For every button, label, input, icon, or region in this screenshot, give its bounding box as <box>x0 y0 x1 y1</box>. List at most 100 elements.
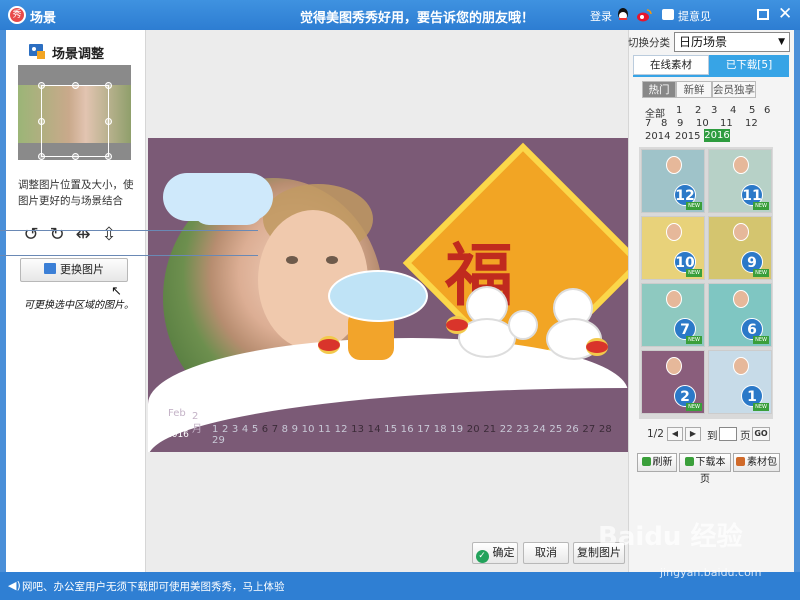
month-filter-item[interactable]: 9 <box>677 118 683 129</box>
rotate-left-icon[interactable]: ↺ <box>20 224 42 246</box>
calendar-day: 17 <box>417 424 434 435</box>
prev-page-button[interactable]: ◀ <box>667 427 683 441</box>
next-page-button[interactable]: ▶ <box>685 427 701 441</box>
template-tile[interactable]: 11 NEW <box>708 149 772 213</box>
category-select[interactable]: 日历场景 ▼ <box>674 32 790 52</box>
page-label: 页 <box>740 430 751 442</box>
template-tile[interactable]: 10 NEW <box>641 216 705 280</box>
check-icon: ✓ <box>475 550 489 563</box>
calendar-month-num: 2 <box>192 411 199 422</box>
maximize-button[interactable] <box>757 9 769 20</box>
resize-handle[interactable] <box>72 82 79 89</box>
qq-icon[interactable] <box>616 7 630 23</box>
tab-underline <box>633 75 789 77</box>
tab-downloaded[interactable]: 已下载[5] <box>709 55 789 75</box>
month-filter-item[interactable]: 8 <box>661 118 667 129</box>
resize-handle[interactable] <box>105 118 112 125</box>
calendar-day: 1 <box>212 424 222 435</box>
month-filter-item[interactable]: 2 <box>695 105 701 116</box>
calendar-day: 22 <box>499 424 517 435</box>
lantern-decoration <box>318 336 340 354</box>
refresh-button[interactable]: 刷新 <box>637 453 677 472</box>
cancel-button[interactable]: 取消 <box>523 542 569 564</box>
download-page-button[interactable]: 下载本页 <box>679 453 731 485</box>
template-tile[interactable]: 1 NEW <box>708 350 772 414</box>
tile-thumbnail-face <box>733 156 749 174</box>
template-tile[interactable]: 9 NEW <box>708 216 772 280</box>
app-logo-icon: 秀 <box>8 6 26 24</box>
material-pack-label: 素材包 <box>747 457 777 468</box>
month-filter-item[interactable]: 3 <box>711 105 717 116</box>
page-indicator: 1/2 <box>647 428 664 440</box>
tile-new-badge: NEW <box>686 336 702 344</box>
resize-handle[interactable] <box>72 153 79 160</box>
material-pack-button[interactable]: 素材包 <box>733 453 780 472</box>
tile-new-badge: NEW <box>753 202 769 210</box>
segment-fresh[interactable]: 新鲜 <box>676 81 712 98</box>
tile-new-badge: NEW <box>686 202 702 210</box>
flip-horizontal-icon[interactable]: ⇹ <box>72 224 94 246</box>
resize-handle[interactable] <box>105 153 112 160</box>
left-panel: 场景调整 调整图片位置及大小，使图片更好的与场景结合 ↺ ↻ ⇹ ⇳ 更换图片 … <box>6 30 146 572</box>
year-2015[interactable]: 2015 <box>675 131 700 142</box>
login-link[interactable]: 登录 <box>590 8 612 24</box>
calendar-day: 20 <box>466 424 484 435</box>
segment-hot[interactable]: 热门 <box>642 81 676 98</box>
package-icon <box>736 457 745 466</box>
go-button[interactable]: GO <box>752 427 770 441</box>
calendar-month-cn: 2月 <box>192 410 202 436</box>
confirm-button[interactable]: ✓ 确定 <box>472 542 518 564</box>
category-select-value: 日历场景 <box>679 35 728 49</box>
month-filter-item[interactable]: 4 <box>730 105 736 116</box>
calendar-day: 9 <box>291 424 302 435</box>
tile-thumbnail-face <box>733 223 749 241</box>
segment-members[interactable]: 会员独享 <box>712 81 756 98</box>
calendar-day: 29 <box>212 435 226 446</box>
speaker-icon: ◀) <box>8 579 21 592</box>
tile-thumbnail-face <box>666 290 682 308</box>
month-filter-item[interactable]: 6 <box>764 105 770 116</box>
slogan-link[interactable]: 觉得美图秀秀好用，要告诉您的朋友哦！ <box>300 7 534 26</box>
tile-new-badge: NEW <box>753 336 769 344</box>
resize-handle[interactable] <box>38 82 45 89</box>
weibo-icon[interactable] <box>636 7 652 23</box>
tab-online-materials[interactable]: 在线素材 <box>633 55 709 75</box>
month-filter-item[interactable]: 11 <box>720 118 733 129</box>
calendar-month-en: Feb <box>168 408 186 419</box>
crop-preview[interactable] <box>18 65 131 160</box>
template-tile[interactable]: 6 NEW <box>708 283 772 347</box>
flip-vertical-icon[interactable]: ⇳ <box>98 224 120 246</box>
crop-selection-box[interactable] <box>38 82 112 160</box>
close-button[interactable]: ✕ <box>778 4 792 24</box>
rotate-right-icon[interactable]: ↻ <box>46 224 68 246</box>
month-filter-item[interactable]: 12 <box>745 118 758 129</box>
calendar-day: 13 <box>351 424 368 435</box>
template-tile[interactable]: 2 NEW <box>641 350 705 414</box>
year-2014[interactable]: 2014 <box>645 131 670 142</box>
calendar-day: 7 <box>271 424 282 435</box>
child-eye <box>286 256 298 264</box>
resize-handle[interactable] <box>105 82 112 89</box>
guide-line <box>0 230 258 231</box>
tile-thumbnail-face <box>733 357 749 375</box>
year-2016[interactable]: 2016 <box>704 129 730 142</box>
resize-handle[interactable] <box>38 153 45 160</box>
scene-canvas[interactable]: 福 Feb 2月 2016 1 2 3 4 5 6 7 8 9 10 11 12… <box>148 138 628 452</box>
month-filter-item[interactable]: 5 <box>749 105 755 116</box>
calendar-day: 21 <box>483 424 500 435</box>
page-input[interactable] <box>719 427 737 441</box>
scene-adjust-icon <box>29 44 45 59</box>
template-tile[interactable]: 7 NEW <box>641 283 705 347</box>
feedback-icon[interactable] <box>662 9 674 20</box>
resize-handle[interactable] <box>38 118 45 125</box>
template-tile[interactable]: 12 NEW <box>641 149 705 213</box>
month-filter-item[interactable]: 1 <box>676 105 682 116</box>
feedback-link[interactable]: 提意见 <box>678 8 711 24</box>
month-filter-item[interactable]: 7 <box>645 118 651 129</box>
tile-new-badge: NEW <box>686 269 702 277</box>
tile-thumbnail-face <box>666 223 682 241</box>
change-image-button[interactable]: 更换图片 <box>20 258 128 282</box>
month-filter-item[interactable]: 10 <box>696 118 709 129</box>
status-promo-link[interactable]: 网吧、办公室用户无须下载即可使用美图秀秀，马上体验 <box>22 579 285 594</box>
adjust-tip-text: 调整图片位置及大小，使图片更好的与场景结合 <box>18 179 134 207</box>
